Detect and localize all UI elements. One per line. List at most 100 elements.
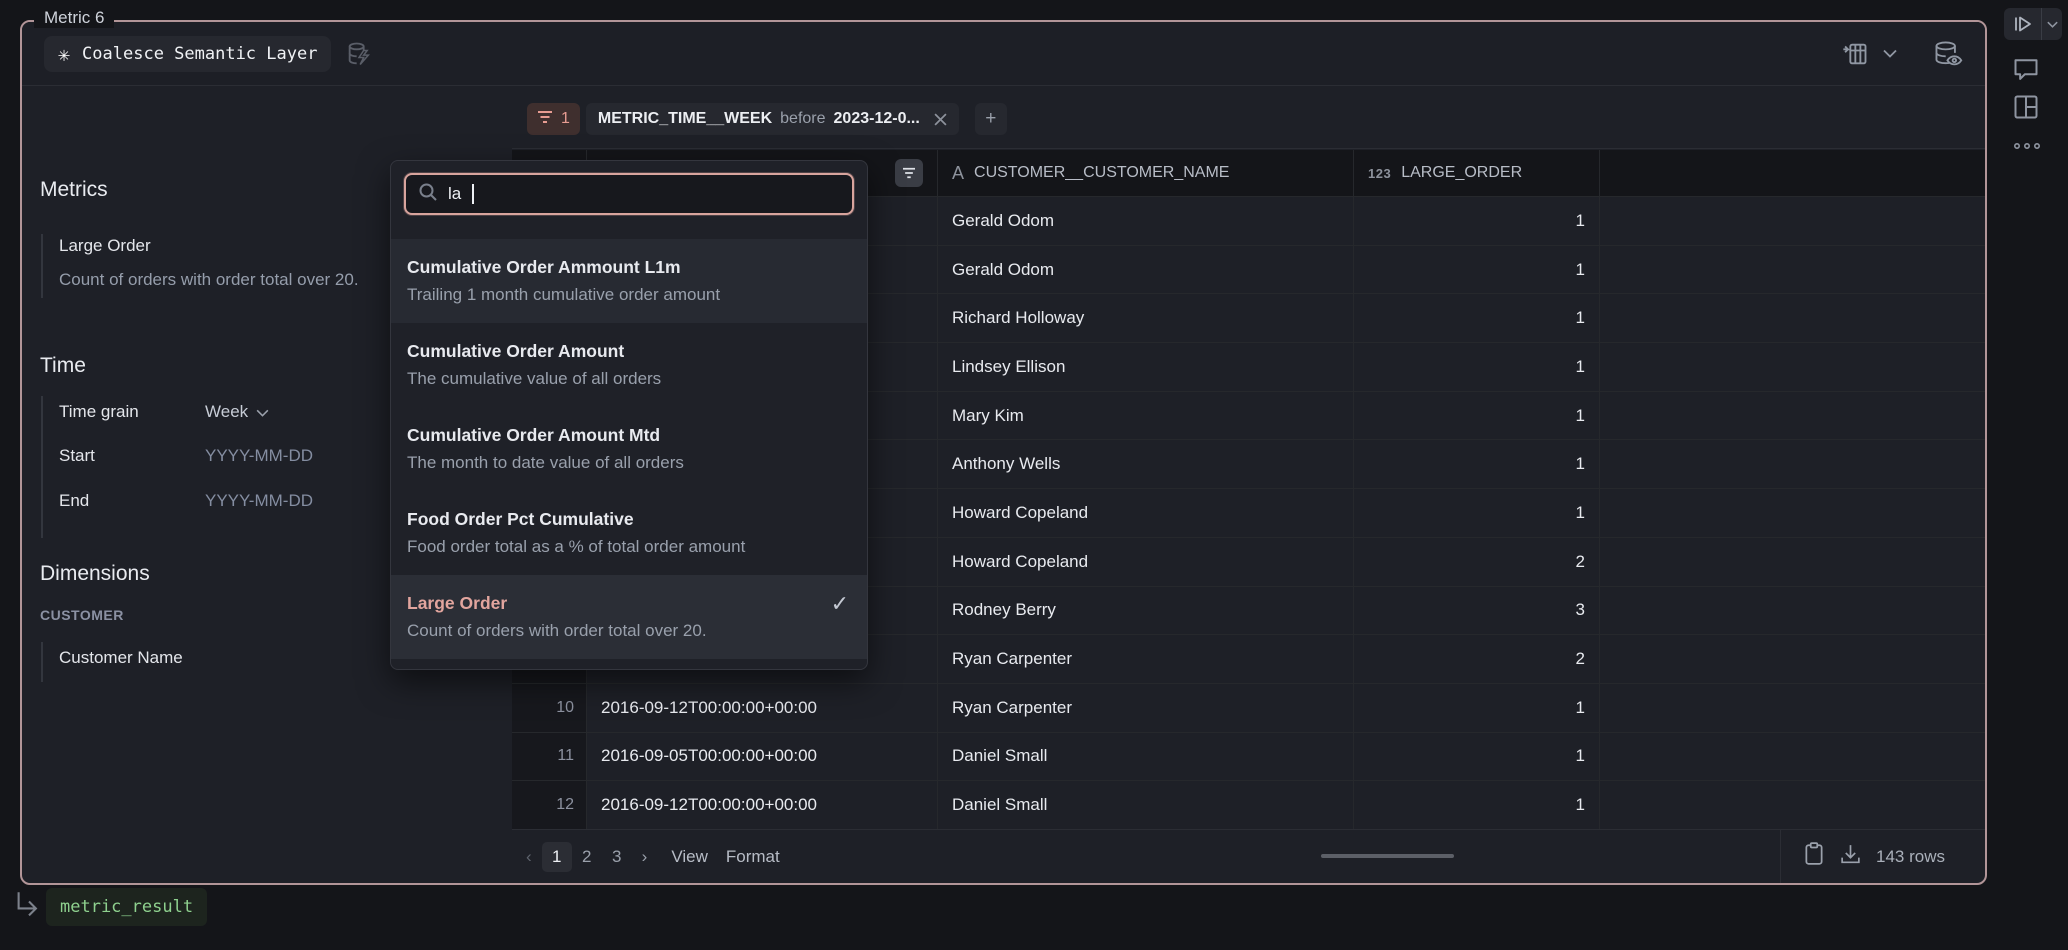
indent-guide	[41, 396, 43, 538]
filter-icon	[537, 110, 553, 129]
column-filter-icon[interactable]	[895, 159, 923, 187]
dropdown-option-description: Trailing 1 month cumulative order amount	[407, 281, 851, 309]
download-icon[interactable]	[1839, 843, 1862, 871]
start-date-input[interactable]: YYYY-MM-DD	[205, 446, 313, 466]
result-variable-chip[interactable]: metric_result	[46, 888, 207, 926]
page-button-1[interactable]: 1	[542, 842, 572, 872]
run-cell-button[interactable]	[2004, 8, 2062, 40]
value-cell: 1	[1354, 440, 1600, 488]
filter-bar: 1 METRIC_TIME__WEEK before 2023-12-0... …	[512, 90, 1985, 149]
dimension-item[interactable]: Customer Name	[59, 648, 183, 668]
customer-cell: Daniel Small	[938, 781, 1354, 829]
empty-cell	[1600, 294, 1985, 342]
table-row: 102016-09-12T00:00:00+00:00Ryan Carpente…	[512, 684, 1985, 733]
cell-title[interactable]: Metric 6	[34, 8, 114, 28]
row-index-cell: 10	[512, 684, 587, 732]
check-icon: ✓	[831, 591, 849, 617]
value-cell: 1	[1354, 684, 1600, 732]
value-cell: 3	[1354, 587, 1600, 635]
customer-cell: Mary Kim	[938, 392, 1354, 440]
dimension-group-label: CUSTOMER	[40, 607, 124, 623]
metric-item-name[interactable]: Large Order	[59, 236, 151, 256]
metric-panel: ✳ Coalesce Semantic Layer	[20, 20, 1987, 885]
filter-operator: before	[780, 110, 825, 128]
page-button-2[interactable]: 2	[572, 842, 602, 872]
database-view-icon[interactable]	[1933, 40, 1963, 68]
time-grain-select[interactable]: Week	[205, 402, 269, 422]
value-cell: 1	[1354, 197, 1600, 245]
copy-icon[interactable]	[1803, 842, 1825, 871]
time-grain-label: Time grain	[59, 402, 139, 422]
search-results-list: Cumulative Order Ammount L1mTrailing 1 m…	[391, 239, 867, 659]
value-cell: 1	[1354, 294, 1600, 342]
dropdown-option[interactable]: Cumulative Order AmountThe cumulative va…	[391, 323, 867, 407]
customer-cell: Ryan Carpenter	[938, 635, 1354, 683]
horizontal-scrollbar[interactable]	[1321, 854, 1454, 858]
dropdown-option-title: Cumulative Order Amount Mtd	[407, 421, 851, 449]
view-button[interactable]: View	[671, 847, 708, 867]
plus-icon: +	[985, 108, 996, 130]
return-arrow-icon	[14, 890, 44, 925]
dropdown-option-title: Food Order Pct Cumulative	[407, 505, 851, 533]
run-options-chevron-icon[interactable]	[2042, 21, 2062, 28]
end-date-input[interactable]: YYYY-MM-DD	[205, 491, 313, 511]
layout-icon[interactable]	[2012, 94, 2040, 125]
empty-cell	[1600, 246, 1985, 294]
customer-cell: Howard Copeland	[938, 538, 1354, 586]
snowflake-icon: ✳	[58, 44, 70, 64]
dropdown-option-description: The month to date value of all orders	[407, 449, 851, 477]
column-header-customer-name[interactable]: A CUSTOMER__CUSTOMER_NAME	[938, 150, 1354, 196]
next-page-icon[interactable]: ›	[636, 847, 654, 867]
time-section-title: Time	[40, 354, 86, 378]
dropdown-option[interactable]: Cumulative Order Amount MtdThe month to …	[391, 407, 867, 491]
metric-cell-page: ✳ Coalesce Semantic Layer	[0, 0, 2068, 950]
customer-cell: Gerald Odom	[938, 246, 1354, 294]
semantic-layer-chip[interactable]: ✳ Coalesce Semantic Layer	[44, 36, 331, 72]
row-count: 143 rows	[1876, 847, 1945, 867]
table-row: 122016-09-12T00:00:00+00:00Daniel Small1	[512, 781, 1985, 829]
column-header-large-order[interactable]: 123 LARGE_ORDER	[1354, 150, 1600, 196]
customer-cell: Richard Holloway	[938, 294, 1354, 342]
table-row: 112016-09-05T00:00:00+00:00Daniel Small1	[512, 733, 1985, 782]
more-options-icon[interactable]	[2012, 138, 2042, 156]
page-button-3[interactable]: 3	[602, 842, 632, 872]
dropdown-option-title: Large Order	[407, 589, 851, 617]
value-cell: 2	[1354, 538, 1600, 586]
value-cell: 1	[1354, 392, 1600, 440]
customer-cell: Anthony Wells	[938, 440, 1354, 488]
dropdown-option[interactable]: Food Order Pct CumulativeFood order tota…	[391, 491, 867, 575]
empty-cell	[1600, 684, 1985, 732]
empty-cell	[1600, 440, 1985, 488]
filter-chip[interactable]: METRIC_TIME__WEEK before 2023-12-0...	[586, 103, 959, 135]
customer-cell: Gerald Odom	[938, 197, 1354, 245]
panel-header: ✳ Coalesce Semantic Layer	[22, 22, 1985, 86]
format-button[interactable]: Format	[726, 847, 780, 867]
value-cell: 1	[1354, 781, 1600, 829]
chevron-down-icon[interactable]	[1883, 49, 1897, 58]
empty-cell	[1600, 587, 1985, 635]
dropdown-option-title: Cumulative Order Ammount L1m	[407, 253, 851, 281]
filter-count-chip[interactable]: 1	[527, 103, 580, 135]
customer-cell: Rodney Berry	[938, 587, 1354, 635]
table-export-icon[interactable]	[1841, 40, 1869, 68]
search-input[interactable]: la	[404, 173, 854, 215]
database-lightning-icon[interactable]	[345, 40, 373, 68]
value-cell: 2	[1354, 635, 1600, 683]
close-icon[interactable]	[934, 113, 947, 126]
empty-cell	[1600, 489, 1985, 537]
value-cell: 1	[1354, 246, 1600, 294]
dropdown-option[interactable]: Cumulative Order Ammount L1mTrailing 1 m…	[391, 239, 867, 323]
filter-value: 2023-12-0...	[834, 110, 920, 128]
pagination: ‹ 123 ›	[520, 842, 653, 872]
empty-column-header	[1600, 150, 1985, 196]
comment-icon[interactable]	[2012, 56, 2040, 87]
semantic-layer-label: Coalesce Semantic Layer	[82, 44, 317, 64]
empty-cell	[1600, 635, 1985, 683]
add-filter-button[interactable]: +	[975, 103, 1007, 135]
empty-cell	[1600, 392, 1985, 440]
table-footer: ‹ 123 › View Format	[512, 829, 1985, 883]
text-cursor	[472, 184, 474, 204]
prev-page-icon[interactable]: ‹	[520, 847, 538, 867]
empty-cell	[1600, 733, 1985, 781]
dropdown-option[interactable]: Large OrderCount of orders with order to…	[391, 575, 867, 659]
